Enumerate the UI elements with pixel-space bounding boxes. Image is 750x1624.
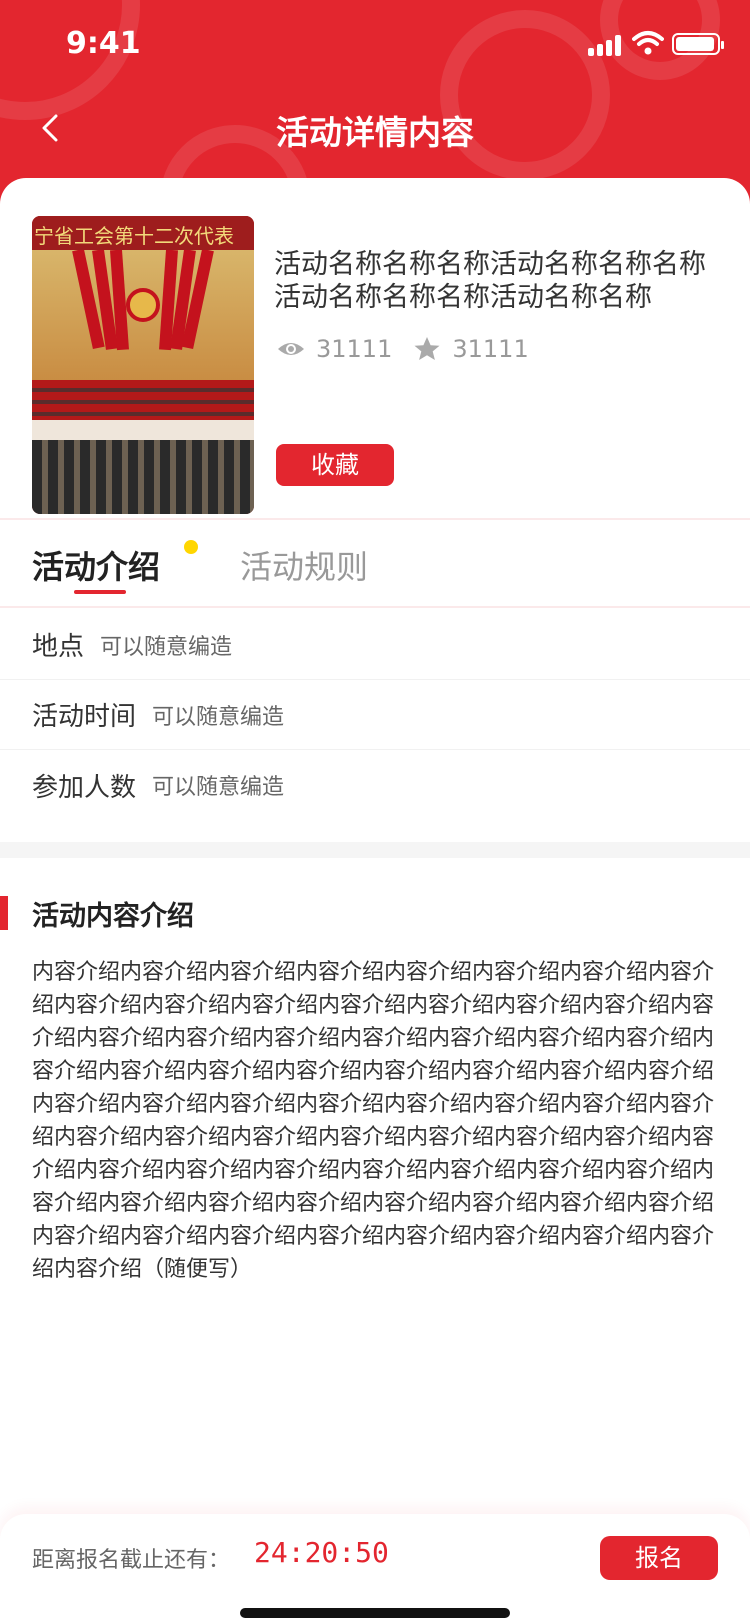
section-gap <box>0 842 750 858</box>
info-value: 可以随意编造 <box>152 704 285 730</box>
favorite-button[interactable]: 收藏 <box>276 444 394 486</box>
cover-floor <box>32 420 254 440</box>
signal-icon <box>588 34 624 56</box>
wifi-icon <box>632 31 664 55</box>
info-value: 可以随意编造 <box>100 634 233 660</box>
info-key: 地点 <box>32 632 85 662</box>
section-title: 活动内容介绍 <box>32 901 194 932</box>
tab-bar: 活动介绍 活动规则 <box>0 520 750 606</box>
cover-banner-text: 宁省工会第十二次代表 <box>32 216 254 250</box>
battery-icon <box>672 33 724 55</box>
info-key: 参加人数 <box>32 772 137 803</box>
info-key: 活动时间 <box>32 702 137 732</box>
cover-audience <box>32 440 254 514</box>
status-time: 9:41 <box>66 26 141 61</box>
new-badge-dot <box>184 540 198 554</box>
page-title: 活动详情内容 <box>276 113 474 152</box>
activity-cover-image[interactable]: 宁省工会第十二次代表 <box>32 216 254 514</box>
section-body: 内容介绍内容介绍内容介绍内容介绍内容介绍内容介绍内容介绍内容介绍内容介绍内容介绍… <box>32 960 715 1282</box>
cover-emblem <box>126 288 160 322</box>
info-value: 可以随意编造 <box>152 775 285 800</box>
activity-name: 活动名称名称名称活动名称名称名称活动名称名称名称活动名称名称 <box>274 249 706 313</box>
info-row-location: 地点 可以随意编造 <box>0 610 750 680</box>
content-sheet: 宁省工会第十二次代表 活动名称名称名称活动名称名称名称活动名称名称名称活动名称名… <box>0 178 750 1624</box>
eye-icon <box>278 343 304 355</box>
views-count: 31111 <box>316 335 393 363</box>
divider <box>0 606 750 608</box>
activity-stats: 31111 31111 <box>276 332 549 366</box>
home-indicator <box>240 1608 510 1618</box>
active-tab-indicator <box>74 590 126 594</box>
stars-count: 31111 <box>452 335 529 363</box>
countdown-label: 距离报名截止还有： <box>32 1548 231 1573</box>
bottom-bar: 距离报名截止还有： 24:20:50 报名 <box>0 1514 750 1624</box>
info-row-participants: 参加人数 可以随意编造 <box>0 750 750 820</box>
star-icon <box>414 337 440 360</box>
info-row-time: 活动时间 可以随意编造 <box>0 680 750 750</box>
nav-bar: 活动详情内容 <box>0 88 750 168</box>
countdown-timer: 24:20:50 <box>254 1536 389 1569</box>
signup-button[interactable]: 报名 <box>600 1536 718 1580</box>
header-background: 9:41 活动详情内容 <box>0 0 750 205</box>
status-bar: 9:41 <box>0 0 750 88</box>
section-accent-bar <box>0 896 8 930</box>
tab-activity-rules[interactable]: 活动规则 <box>240 542 368 588</box>
tab-activity-intro[interactable]: 活动介绍 <box>32 542 160 588</box>
